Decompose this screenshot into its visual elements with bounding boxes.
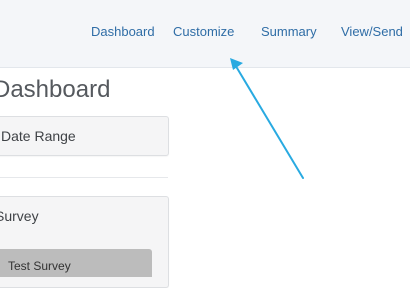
annotation-arrow-shaft: [236, 67, 304, 179]
annotation-arrow: [230, 58, 304, 179]
